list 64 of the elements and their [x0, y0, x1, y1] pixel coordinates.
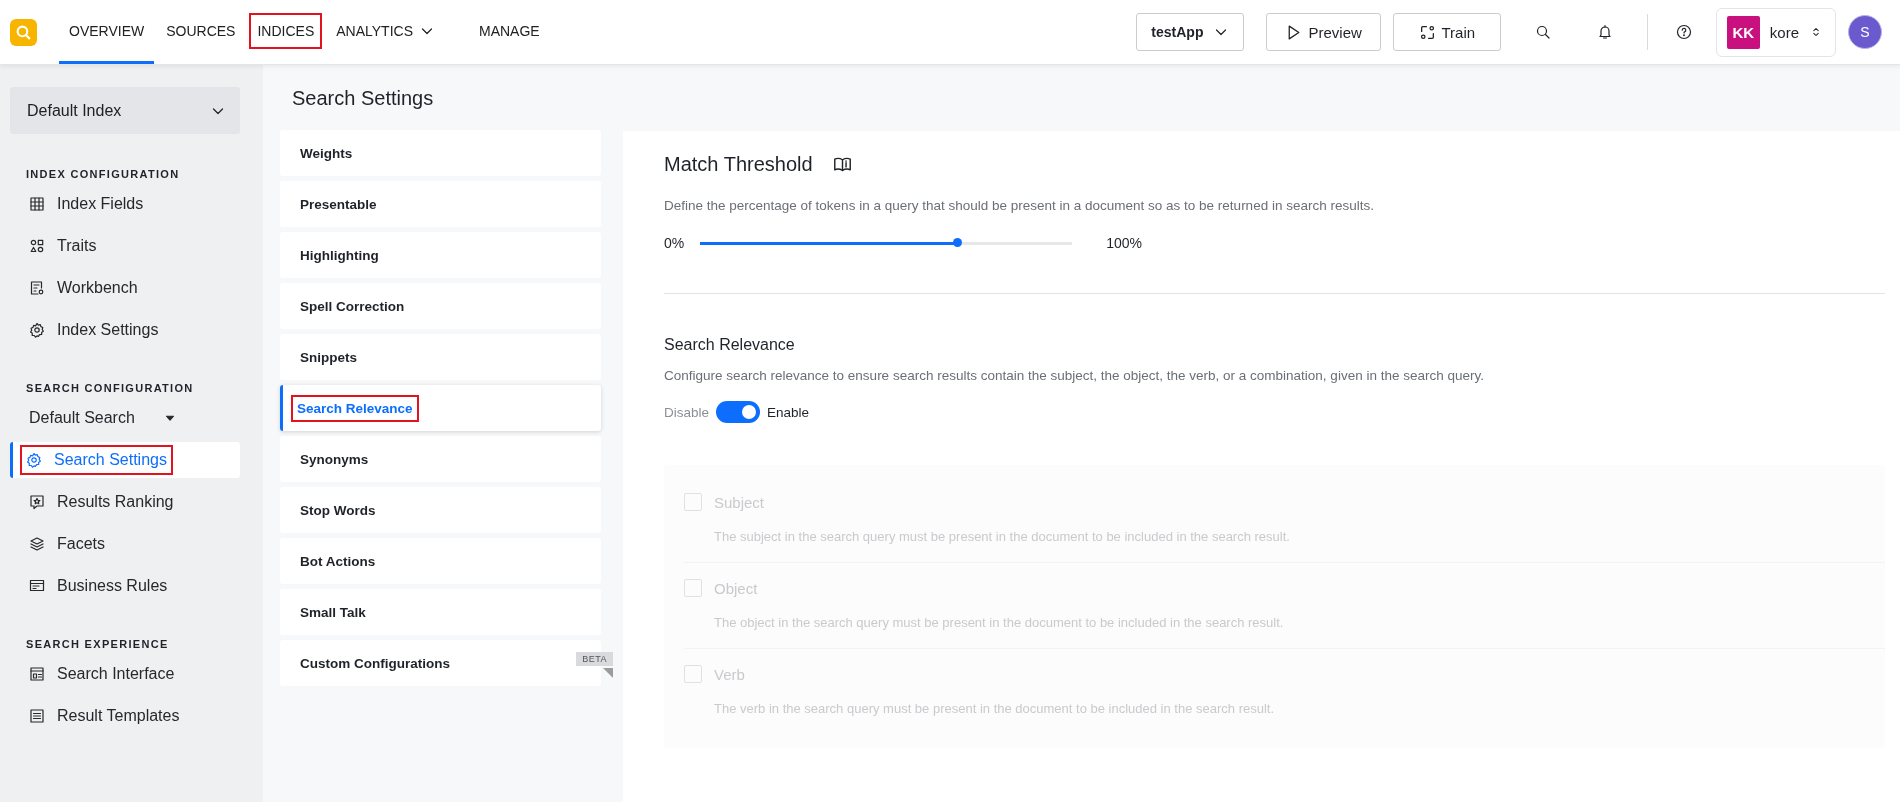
section-heading: SEARCH EXPERIENCE	[25, 638, 170, 650]
settings-menu-item[interactable]: Presentable	[280, 181, 601, 227]
sidebar-item[interactable]: Traits	[10, 228, 240, 264]
document-gear-icon	[29, 280, 45, 296]
settings-menu-item[interactable]: Small Talk	[280, 589, 601, 635]
search-icon	[1534, 24, 1551, 40]
train-button[interactable]: Train	[1392, 13, 1501, 51]
help-icon	[1675, 24, 1692, 40]
account-badge: KK	[1726, 15, 1760, 49]
window-icon	[29, 666, 45, 682]
toggle-off-label: Disable	[664, 404, 710, 420]
beta-badge: BETA	[576, 652, 613, 666]
section-heading: INDEX CONFIGURATION	[25, 168, 181, 180]
section-heading: SEARCH CONFIGURATION	[25, 382, 195, 394]
shapes-icon	[29, 238, 45, 254]
section-description: Define the percentage of tokens in a query that should be present in a document so as to be returned in search results.	[664, 198, 1375, 213]
layers-icon	[29, 536, 45, 552]
sidebar-item[interactable]: Index Fields	[10, 186, 240, 222]
user-avatar[interactable]: S	[1848, 15, 1882, 49]
ribbon-fold-icon	[603, 668, 613, 678]
section-description: Configure search relevance to ensure search results contain the subject, the object, the verb, or a combination, given in the search query.	[664, 368, 1485, 383]
app-selector[interactable]: testApp	[1136, 13, 1245, 51]
settings-menu-item[interactable]: Search Relevance	[280, 385, 601, 431]
settings-menu-item[interactable]: Highlighting	[280, 232, 601, 278]
section-title: Match Threshold	[664, 153, 813, 176]
card-icon	[29, 578, 45, 594]
sidebar-item[interactable]: Result Templates	[10, 698, 240, 734]
nav-tab[interactable]: INDICES	[247, 0, 325, 64]
account-name: kore	[1769, 23, 1799, 41]
nodes-icon	[1418, 23, 1436, 41]
nav-tab[interactable]: ANALYTICS	[326, 0, 445, 64]
account-switcher[interactable]: KK kore	[1715, 7, 1836, 57]
sidebar-item[interactable]: Business Rules	[10, 568, 240, 604]
nav-tab[interactable]: MANAGE	[469, 0, 550, 64]
grid-icon	[29, 196, 45, 212]
settings-menu-item[interactable]: Snippets	[280, 334, 601, 380]
settings-menu-item[interactable]: Weights	[280, 130, 601, 176]
page-title: Search Settings	[292, 87, 435, 110]
sidebar-item[interactable]: Search Settings	[10, 442, 240, 478]
sidebar-item[interactable]: Workbench	[10, 270, 240, 306]
toggle-on-label: Enable	[767, 404, 810, 420]
settings-menu-item[interactable]: Bot Actions	[280, 538, 601, 584]
slider-min-label: 0%	[664, 235, 685, 251]
nav-tab[interactable]: SOURCES	[156, 0, 246, 64]
preview-button[interactable]: Preview	[1266, 13, 1381, 51]
list-icon	[29, 708, 45, 724]
gear-icon	[29, 322, 45, 338]
slider-max-label: 100%	[1106, 235, 1143, 251]
sidebar-item[interactable]: Results Ranking	[10, 484, 240, 520]
slider-thumb[interactable]	[952, 238, 962, 247]
gear-icon	[26, 452, 42, 468]
settings-menu-item[interactable]: Spell Correction	[280, 283, 601, 329]
search-selector[interactable]: Default Search	[10, 400, 240, 436]
section-title: Search Relevance	[664, 336, 796, 354]
book-info-icon	[832, 155, 852, 174]
star-message-icon	[29, 494, 45, 510]
sidebar-item[interactable]: Facets	[10, 526, 240, 562]
bell-icon	[1596, 24, 1613, 40]
settings-menu-item[interactable]: Synonyms	[280, 436, 601, 482]
sidebar-item[interactable]: Index Settings	[10, 312, 240, 348]
index-selector[interactable]: Default Index	[10, 87, 240, 134]
sidebar-item[interactable]: Search Interface	[10, 656, 240, 692]
settings-menu-item[interactable]: Stop Words	[280, 487, 601, 533]
relevance-toggle[interactable]	[716, 401, 761, 423]
